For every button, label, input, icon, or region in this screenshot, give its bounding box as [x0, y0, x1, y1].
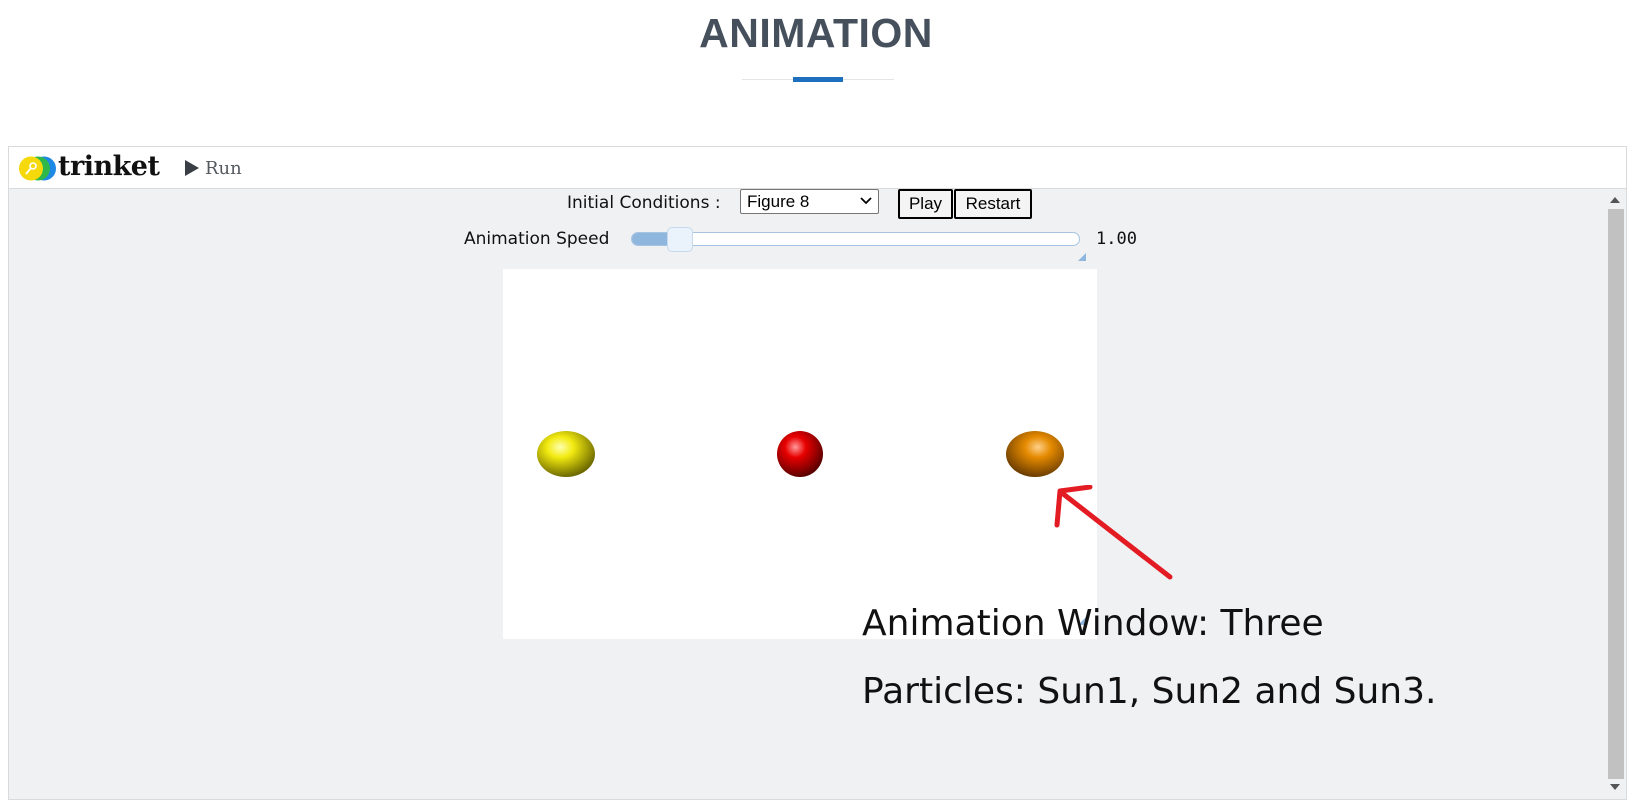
page: ANIMATION trinket Run Initial Conditions… — [0, 0, 1632, 806]
play-triangle-icon — [185, 160, 199, 176]
slider-handle[interactable] — [667, 227, 693, 252]
scroll-up-arrow-icon[interactable] — [1610, 197, 1620, 203]
play-button[interactable]: Play — [898, 189, 953, 219]
restart-button[interactable]: Restart — [954, 189, 1032, 219]
trinket-logo-icon — [19, 156, 56, 181]
scroll-down-arrow-icon[interactable] — [1610, 784, 1620, 790]
slider-resize-grip[interactable] — [1078, 253, 1086, 261]
run-button[interactable]: Run — [184, 155, 242, 181]
particle-sun3 — [1006, 431, 1064, 477]
annotation-line-1: Animation Window: Three — [862, 603, 1324, 644]
scrollbar-thumb[interactable] — [1608, 209, 1624, 779]
initial-conditions-value: Figure 8 — [747, 192, 810, 211]
animation-speed-value: 1.00 — [1096, 229, 1137, 249]
annotation-line-2: Particles: Sun1, Sun2 and Sun3. — [862, 671, 1437, 712]
annotation-text: Animation Window: Three Particles: Sun1,… — [862, 590, 1562, 726]
particle-sun1 — [537, 431, 595, 477]
animation-speed-label: Animation Speed — [464, 229, 610, 249]
trinket-logo[interactable]: trinket — [17, 151, 167, 185]
animation-canvas[interactable] — [503, 269, 1097, 639]
trinket-toolbar: trinket Run — [9, 147, 1626, 189]
initial-conditions-select[interactable]: Figure 8 — [740, 189, 879, 214]
chevron-down-icon — [860, 197, 872, 205]
trinket-logo-text: trinket — [58, 151, 160, 182]
initial-conditions-label: Initial Conditions : — [567, 193, 721, 213]
annotation-arrow — [1054, 485, 1173, 580]
title-accent-bar — [793, 77, 843, 82]
particles-layer — [537, 431, 1064, 477]
particle-sun2 — [777, 431, 823, 477]
page-title: ANIMATION — [699, 10, 933, 56]
run-label: Run — [205, 157, 242, 179]
animation-speed-slider[interactable] — [631, 232, 1080, 246]
vertical-scrollbar[interactable] — [1605, 189, 1626, 799]
